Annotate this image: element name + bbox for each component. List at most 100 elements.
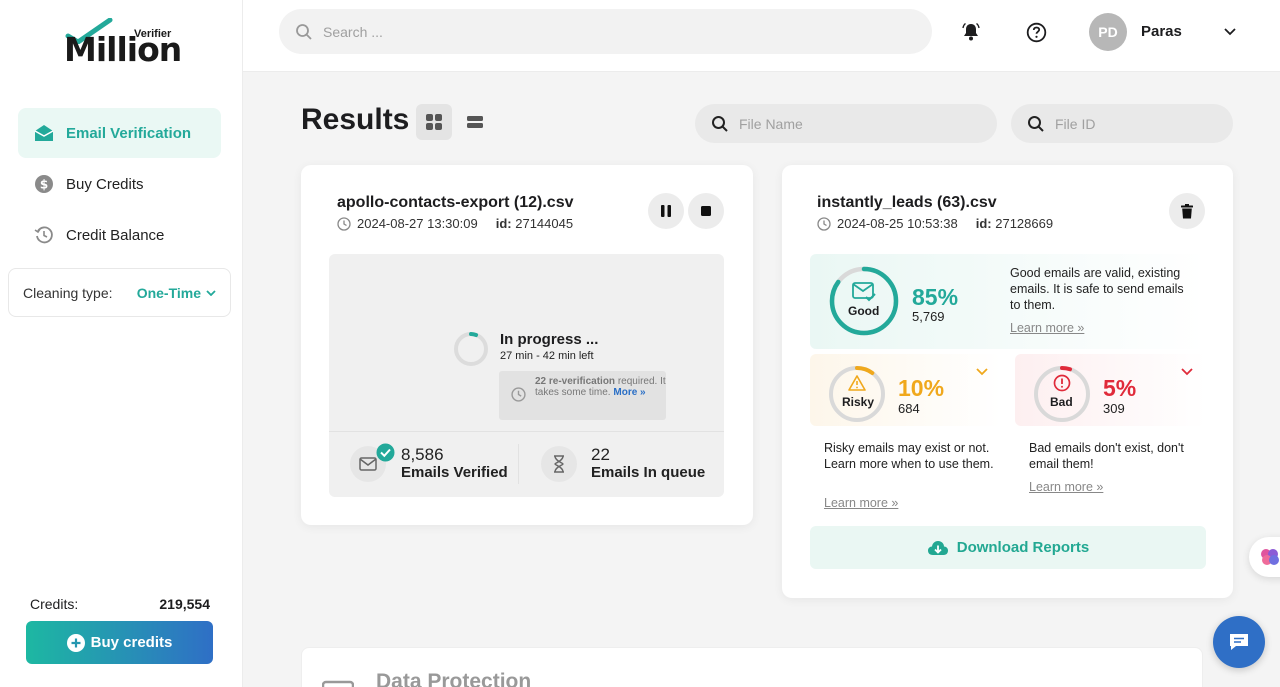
hourglass-icon [554, 455, 564, 473]
verified-count: 8,586 [401, 445, 444, 464]
file-name: instantly_leads (63).csv [817, 194, 997, 211]
risky-ring [829, 366, 885, 422]
bad-count: 309 [1103, 401, 1125, 416]
avatar[interactable]: PD [1089, 13, 1127, 51]
alert-circle-icon [1053, 374, 1071, 392]
download-reports-button[interactable]: Download Reports [810, 526, 1206, 569]
risky-learn-more-link[interactable]: Learn more » [824, 496, 898, 510]
sidebar-item-buy-credits[interactable]: $ Buy Credits [18, 159, 221, 209]
buy-credits-button[interactable]: Buy credits [26, 621, 213, 664]
warning-icon [848, 375, 866, 391]
progress-status: In progress ... [500, 331, 599, 348]
stop-icon [701, 206, 711, 216]
grid-view-button[interactable] [416, 104, 452, 140]
good-percent: 85% [912, 284, 959, 310]
cloud-download-icon [927, 540, 948, 555]
sidebar-item-credit-balance[interactable]: Credit Balance [18, 210, 221, 260]
stop-button[interactable] [688, 193, 724, 229]
help-circle-icon [1026, 22, 1046, 42]
sidebar-item-email-verification[interactable]: Email Verification [18, 108, 221, 158]
floating-widget-tab[interactable] [1249, 537, 1280, 577]
progress-panel: In progress ... 27 min - 42 min left 22 … [329, 254, 724, 497]
file-id: 27144045 [515, 216, 574, 231]
file-meta: 2024-08-27 13:30:09 id: 27144045 [337, 216, 573, 231]
file-id: 27128669 [995, 216, 1054, 231]
page-title: Results [301, 103, 410, 136]
pause-icon [661, 205, 671, 217]
user-name[interactable]: Paras [1141, 23, 1182, 40]
envelope-icon [359, 457, 377, 471]
search-icon [296, 23, 312, 40]
queue-count: 22 [591, 445, 610, 464]
brain-icon [1261, 549, 1279, 565]
bad-label: Bad [1050, 395, 1073, 409]
help-button[interactable] [1024, 20, 1048, 44]
good-count: 5,769 [912, 309, 945, 324]
good-description: Good emails are valid, existing emails. … [1010, 266, 1184, 312]
brand-logo[interactable]: Verifier Million [64, 18, 182, 69]
bad-learn-more-link[interactable]: Learn more » [1029, 480, 1103, 494]
bell-icon [962, 22, 980, 41]
chat-support-button[interactable] [1213, 616, 1265, 668]
tooltip-title: 22 re-verification [535, 376, 616, 387]
file-name-placeholder: File Name [739, 115, 803, 132]
logo-text: Million [64, 30, 182, 69]
progress-eta: 27 min - 42 min left [500, 350, 594, 362]
plus-circle-icon [66, 633, 85, 652]
good-learn-more-link[interactable]: Learn more » [1010, 321, 1084, 335]
file-date: 2024-08-27 13:30:09 [357, 216, 478, 231]
check-badge-icon [376, 443, 395, 462]
chevron-down-icon[interactable] [976, 368, 988, 376]
list-view-button[interactable] [457, 104, 493, 140]
file-id-label: id: [975, 216, 992, 231]
pause-button[interactable] [648, 193, 684, 229]
result-card-completed: instantly_leads (63).csv 2024-08-25 10:5… [782, 165, 1233, 598]
chevron-down-icon[interactable] [1181, 368, 1193, 376]
good-label: Good [848, 304, 880, 318]
cleaning-type-value: One-Time [137, 285, 216, 301]
file-date: 2024-08-25 10:53:38 [837, 216, 958, 231]
chevron-down-icon[interactable] [1223, 24, 1237, 38]
search-icon [1028, 115, 1044, 132]
sidebar-item-label: Buy Credits [66, 175, 144, 193]
file-name: apollo-contacts-export (12).csv [337, 194, 574, 211]
progress-spinner-icon [454, 332, 488, 366]
divider [329, 431, 724, 432]
risky-label: Risky [842, 395, 875, 409]
chat-icon [1230, 634, 1248, 650]
risky-summary[interactable]: Risky 10% 684 [810, 354, 1001, 426]
reverification-tooltip: 22 re-verification required. It takes so… [499, 371, 666, 420]
credits-value: 219,554 [159, 596, 210, 612]
credits-label: Credits: [30, 596, 79, 612]
top-bar: Search ... PD Paras [243, 0, 1280, 72]
grid-icon [426, 114, 442, 130]
monitor-icon [322, 680, 354, 687]
result-card-in-progress: apollo-contacts-export (12).csv 2024-08-… [301, 165, 753, 525]
chevron-down-icon [206, 289, 216, 296]
notifications-button[interactable] [959, 20, 983, 44]
svg-text:$: $ [40, 178, 48, 192]
queue-stat-icon [541, 446, 577, 482]
file-name-search-input[interactable]: File Name [695, 104, 997, 143]
bad-summary[interactable]: Bad 5% 309 [1015, 354, 1206, 426]
sidebar-item-label: Credit Balance [66, 226, 165, 244]
credits-summary: Credits: 219,554 [30, 596, 210, 612]
trash-icon [1181, 203, 1193, 218]
buy-credits-label: Buy credits [90, 634, 173, 651]
cleaning-type-select[interactable]: Cleaning type: One-Time [8, 268, 231, 317]
bad-description: Bad emails don't exist, don't email them… [1029, 441, 1184, 471]
file-id-placeholder: File ID [1055, 115, 1096, 132]
dollar-coin-icon: $ [34, 174, 54, 194]
data-protection-card: Data Protection [301, 647, 1203, 687]
delete-button[interactable] [1169, 193, 1205, 229]
cleaning-type-label: Cleaning type: [23, 284, 113, 301]
cleaning-type-value-text: One-Time [136, 284, 201, 301]
risky-count: 684 [898, 401, 920, 416]
clock-icon [511, 387, 526, 402]
tooltip-more-link[interactable]: More » [613, 387, 645, 398]
search-input[interactable]: Search ... [279, 9, 932, 54]
file-id-search-input[interactable]: File ID [1011, 104, 1233, 143]
history-icon [34, 225, 54, 245]
divider [518, 444, 519, 484]
clock-icon [337, 216, 351, 231]
